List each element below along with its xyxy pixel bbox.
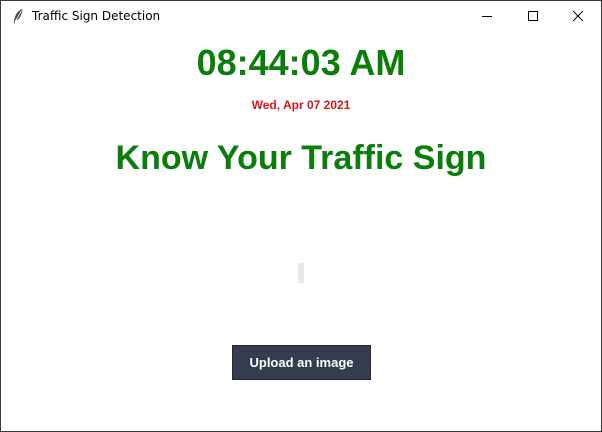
feather-icon (13, 8, 23, 24)
window-title: Traffic Sign Detection (32, 9, 161, 23)
clock-time: 08:44:03 AM (196, 42, 406, 83)
title-bar[interactable]: Traffic Sign Detection (1, 1, 601, 31)
minimize-icon (482, 16, 492, 17)
close-icon (572, 10, 584, 22)
sign-image-placeholder (298, 263, 304, 283)
maximize-button[interactable] (510, 1, 556, 31)
close-button[interactable] (555, 1, 601, 31)
app-window: Traffic Sign Detection 08:44:03 AM Wed, … (0, 0, 602, 432)
upload-image-button[interactable]: Upload an image (232, 345, 371, 380)
maximize-icon (528, 11, 538, 21)
minimize-button[interactable] (464, 1, 510, 31)
page-heading: Know Your Traffic Sign (115, 139, 487, 177)
clock-date: Wed, Apr 07 2021 (251, 98, 351, 112)
